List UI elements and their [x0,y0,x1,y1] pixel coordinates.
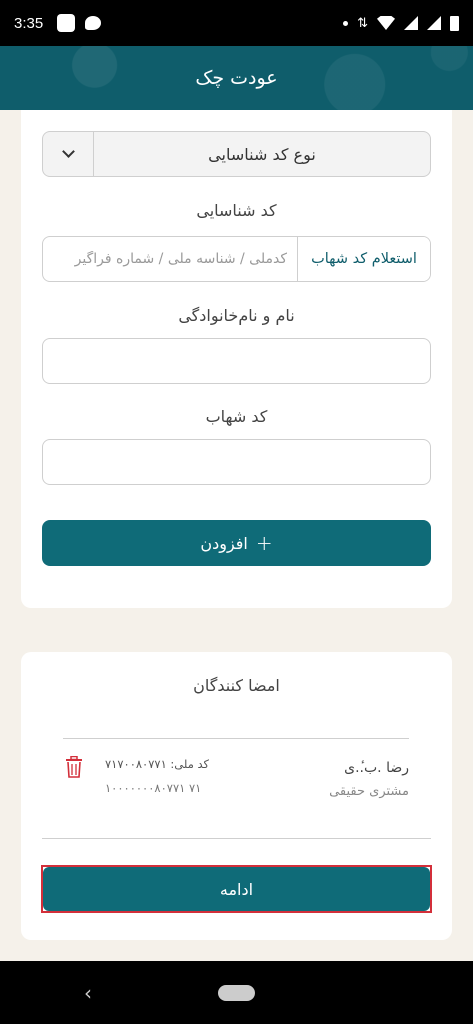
id-code-label: کد شناسایی [196,201,277,220]
shahab-inquiry-button[interactable]: استعلام کد شهاب [297,237,430,281]
trash-icon[interactable] [65,756,83,778]
dot-icon [343,20,349,26]
signer-shahab-code: ۱۰۰۰۰۰۰۰۸۰۷۷۱ ۷۱ [105,781,202,795]
battery-icon [450,15,459,31]
chevron-down-icon[interactable] [43,132,94,176]
signers-card: امضا کنندگان رضا .ب.ٔ.ی مشتری حقیقی کد م… [21,652,452,940]
home-pill-icon[interactable] [218,985,255,1001]
signer-type: مشتری حقیقی [329,784,409,799]
full-name-label: نام و نام‌خانوادگی [178,306,295,325]
id-type-select-value: نوع کد شناسایی [208,144,316,164]
add-signer-button[interactable]: افزودن + [42,520,431,566]
status-time: 3:35 [14,14,44,32]
data-arrows-icon: ⇅ [357,15,368,31]
signer-national-id: کد ملی: ۷۱۷‌۰۰۸۰۷۷۱ [105,757,210,771]
signal-icon [404,16,418,30]
shahab-code-input[interactable] [42,439,431,485]
status-bar: 3:35 ⇅ [0,0,473,46]
page-title: عودت چک [195,67,278,89]
divider [42,838,431,839]
signal-icon [427,16,441,30]
signer-form-card: نوع کد شناسایی کد شناسایی استعلام کد شها… [21,110,452,608]
divider [63,738,409,739]
add-button-label: افزودن [200,533,248,553]
id-code-group: استعلام کد شهاب [42,236,431,282]
continue-button[interactable]: ادامه [43,867,430,911]
app-square-icon [57,14,76,32]
chat-bubble-icon [85,16,102,30]
full-name-input[interactable] [42,338,431,384]
shahab-code-label: کد شهاب [205,407,268,426]
signers-title: امضا کنندگان [193,676,280,695]
id-code-input[interactable] [43,237,297,281]
system-nav-bar: ‹ [0,961,473,1024]
plus-icon: + [255,531,273,555]
id-type-select[interactable]: نوع کد شناسایی [42,131,431,177]
continue-highlight: ادامه [41,865,432,913]
continue-button-label: ادامه [219,879,254,899]
wifi-icon [377,16,395,30]
app-header: عودت چک [0,46,473,110]
signer-name: رضا .ب.ٔ.ی [344,760,409,776]
back-icon[interactable]: ‹ [84,981,92,1005]
